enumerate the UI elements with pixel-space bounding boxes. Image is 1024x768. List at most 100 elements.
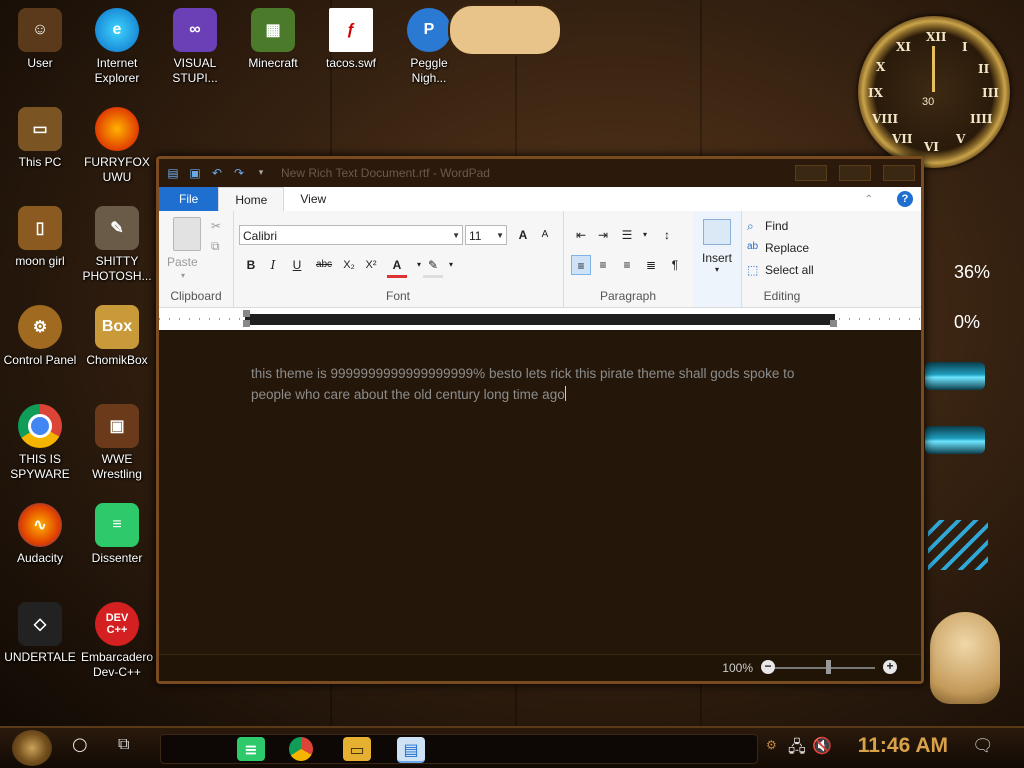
replace-button[interactable]: Replace xyxy=(765,241,809,255)
bullet-list-icon[interactable]: ☰ xyxy=(617,225,637,245)
desktop-icon-tacos-swf[interactable]: ƒ tacos.swf xyxy=(311,8,391,71)
desktop-icon-firefox[interactable]: FURRYFOX UWU xyxy=(77,107,157,185)
desktop-icon-undertale[interactable]: ◇ UNDERTALE xyxy=(0,602,80,665)
zoom-out-button[interactable]: − xyxy=(761,660,775,674)
desktop-icon-visual-studio[interactable]: ∞ VISUAL STUPI... xyxy=(155,8,235,86)
maximize-button[interactable] xyxy=(839,165,871,181)
underline-button[interactable]: U xyxy=(287,255,307,275)
strikethrough-button[interactable]: abc xyxy=(311,255,337,275)
network-icon[interactable]: 🖧 xyxy=(788,736,806,763)
select-all-button[interactable]: Select all xyxy=(765,263,814,277)
tab-home[interactable]: Home xyxy=(218,187,285,211)
first-line-indent-marker[interactable] xyxy=(243,310,250,317)
desktop-icon-user[interactable]: ☺ User xyxy=(0,8,80,71)
increase-indent-icon[interactable]: ⇥ xyxy=(593,225,613,245)
desktop-icon-minecraft[interactable]: ▦ Minecraft xyxy=(233,8,313,71)
desktop-icon-audacity[interactable]: ∿ Audacity xyxy=(0,503,80,566)
cut-icon[interactable]: ✂ xyxy=(211,219,221,233)
clock-widget: XII I II III IIII V VI VII VIII IX X XI … xyxy=(858,16,1010,168)
desktop-icon-chrome[interactable]: THIS IS SPYWARE xyxy=(0,404,80,482)
zoom-in-button[interactable]: + xyxy=(883,660,897,674)
paste-button[interactable]: Paste xyxy=(167,255,198,269)
desktop-icon-dissenter[interactable]: ≡ Dissenter xyxy=(77,503,157,566)
redo-icon[interactable]: ↷ xyxy=(231,166,247,180)
hamster-mascot xyxy=(930,612,1000,704)
title-bar[interactable]: ▤ ▣ ↶ ↷ ▾ New Rich Text Document.rtf - W… xyxy=(159,159,921,187)
minimize-button[interactable] xyxy=(795,165,827,181)
document-text-paragraph[interactable]: this theme is 9999999999999999999% besto… xyxy=(251,363,811,405)
text-color-icon[interactable]: A xyxy=(387,255,407,278)
align-center-icon[interactable]: ≡ xyxy=(593,255,613,275)
start-button[interactable] xyxy=(12,730,52,766)
left-indent-marker[interactable] xyxy=(243,320,250,327)
desktop-icon-label: tacos.swf xyxy=(325,56,376,70)
paragraph-settings-icon[interactable]: ¶ xyxy=(665,255,685,275)
decrease-indent-icon[interactable]: ⇤ xyxy=(571,225,591,245)
tab-file[interactable]: File xyxy=(159,187,219,211)
grow-font-button[interactable]: A xyxy=(513,225,533,245)
customize-quick-access-icon[interactable]: ▾ xyxy=(253,166,269,180)
insert-button[interactable]: Insert xyxy=(693,251,741,265)
close-button[interactable] xyxy=(883,165,915,181)
desktop-icon-dev-cpp[interactable]: DEV C++ Embarcadero Dev-C++ xyxy=(77,602,157,680)
bullet-list-dropdown-icon[interactable]: ▾ xyxy=(635,225,655,245)
paste-icon[interactable] xyxy=(173,217,201,251)
desktop-icon-label: SHITTY PHOTOSH... xyxy=(82,254,152,283)
gimp-icon: ✎ xyxy=(95,206,139,250)
justify-icon[interactable]: ≣ xyxy=(641,255,661,275)
ruler[interactable] xyxy=(159,308,921,330)
notifications-icon[interactable]: 🗨 xyxy=(972,736,994,756)
insert-picture-icon xyxy=(703,219,731,245)
desktop-icon-control-panel[interactable]: ⚙ Control Panel xyxy=(0,305,80,368)
wordpad-taskbar-icon[interactable]: ▤ xyxy=(397,737,425,763)
italic-button[interactable]: I xyxy=(263,255,283,275)
font-family-select[interactable]: Calibri ▼ xyxy=(239,225,463,245)
right-indent-marker[interactable] xyxy=(830,320,837,327)
task-view-icon[interactable]: ⧉ xyxy=(118,734,129,754)
line-spacing-icon[interactable]: ↕ xyxy=(657,225,677,245)
align-right-icon[interactable]: ≡ xyxy=(617,255,637,275)
folder-icon: ▯ xyxy=(18,206,62,250)
taskbar-clock[interactable]: 11:46 AM xyxy=(858,734,948,758)
undo-icon[interactable]: ↶ xyxy=(209,166,225,180)
desktop-icon-gimp[interactable]: ✎ SHITTY PHOTOSH... xyxy=(77,206,157,284)
desktop-icon-moon-girl[interactable]: ▯ moon girl xyxy=(0,206,80,269)
insert-dropdown-icon[interactable]: ▾ xyxy=(693,265,741,274)
subscript-button[interactable]: X₂ xyxy=(339,255,359,275)
volume-muted-icon[interactable]: 🔇 xyxy=(812,736,832,755)
dissenter-taskbar-icon[interactable]: ≡ xyxy=(237,737,265,761)
align-left-icon[interactable]: ≡ xyxy=(571,255,591,275)
file-explorer-taskbar-icon[interactable]: ▭ xyxy=(343,737,371,761)
highlight-color-icon[interactable]: ✎ xyxy=(423,255,443,278)
cortana-icon[interactable]: ○ xyxy=(72,734,88,755)
font-size-select[interactable]: 11 ▼ xyxy=(465,225,507,245)
document-area[interactable]: this theme is 9999999999999999999% besto… xyxy=(159,351,921,655)
find-button[interactable]: Find xyxy=(765,219,788,233)
wordpad-window[interactable]: ▤ ▣ ↶ ↷ ▾ New Rich Text Document.rtf - W… xyxy=(156,156,924,684)
desktop-icon-internet-explorer[interactable]: e Internet Explorer xyxy=(77,8,157,86)
tab-view[interactable]: View xyxy=(284,187,342,211)
desktop-icon-wwe-wrestling[interactable]: ▣ WWE Wrestling xyxy=(77,404,157,482)
zoom-slider-thumb[interactable] xyxy=(826,660,831,674)
superscript-button[interactable]: X² xyxy=(361,255,381,275)
desktop-icon-label: VISUAL STUPI... xyxy=(172,56,218,85)
collapse-ribbon-icon[interactable]: ⌃ xyxy=(849,187,889,211)
help-icon[interactable]: ? xyxy=(889,187,921,211)
bold-button[interactable]: B xyxy=(241,255,261,275)
cpu-gauge-value: 36% xyxy=(954,262,991,282)
paste-dropdown-icon[interactable]: ▾ xyxy=(181,271,185,280)
shrink-font-button[interactable]: A xyxy=(535,225,555,245)
edge-icon: e xyxy=(95,8,139,52)
insert-group[interactable]: Insert ▾ xyxy=(693,211,742,307)
chrome-taskbar-icon[interactable] xyxy=(289,737,313,761)
clock-numeral: X xyxy=(876,60,886,74)
copy-icon[interactable]: ⧉ xyxy=(211,239,220,254)
save-icon[interactable]: ▣ xyxy=(187,166,203,180)
show-hidden-icons[interactable]: ⚙ xyxy=(766,738,777,752)
find-icon: ⌕ xyxy=(747,219,754,233)
highlight-dropdown-icon[interactable]: ▾ xyxy=(441,255,461,275)
zoom-slider[interactable] xyxy=(775,667,875,669)
font-group-label: Font xyxy=(385,289,410,303)
desktop-icon-chomikbox[interactable]: Box ChomikBox xyxy=(77,305,157,368)
desktop-icon-this-pc[interactable]: ▭ This PC xyxy=(0,107,80,170)
